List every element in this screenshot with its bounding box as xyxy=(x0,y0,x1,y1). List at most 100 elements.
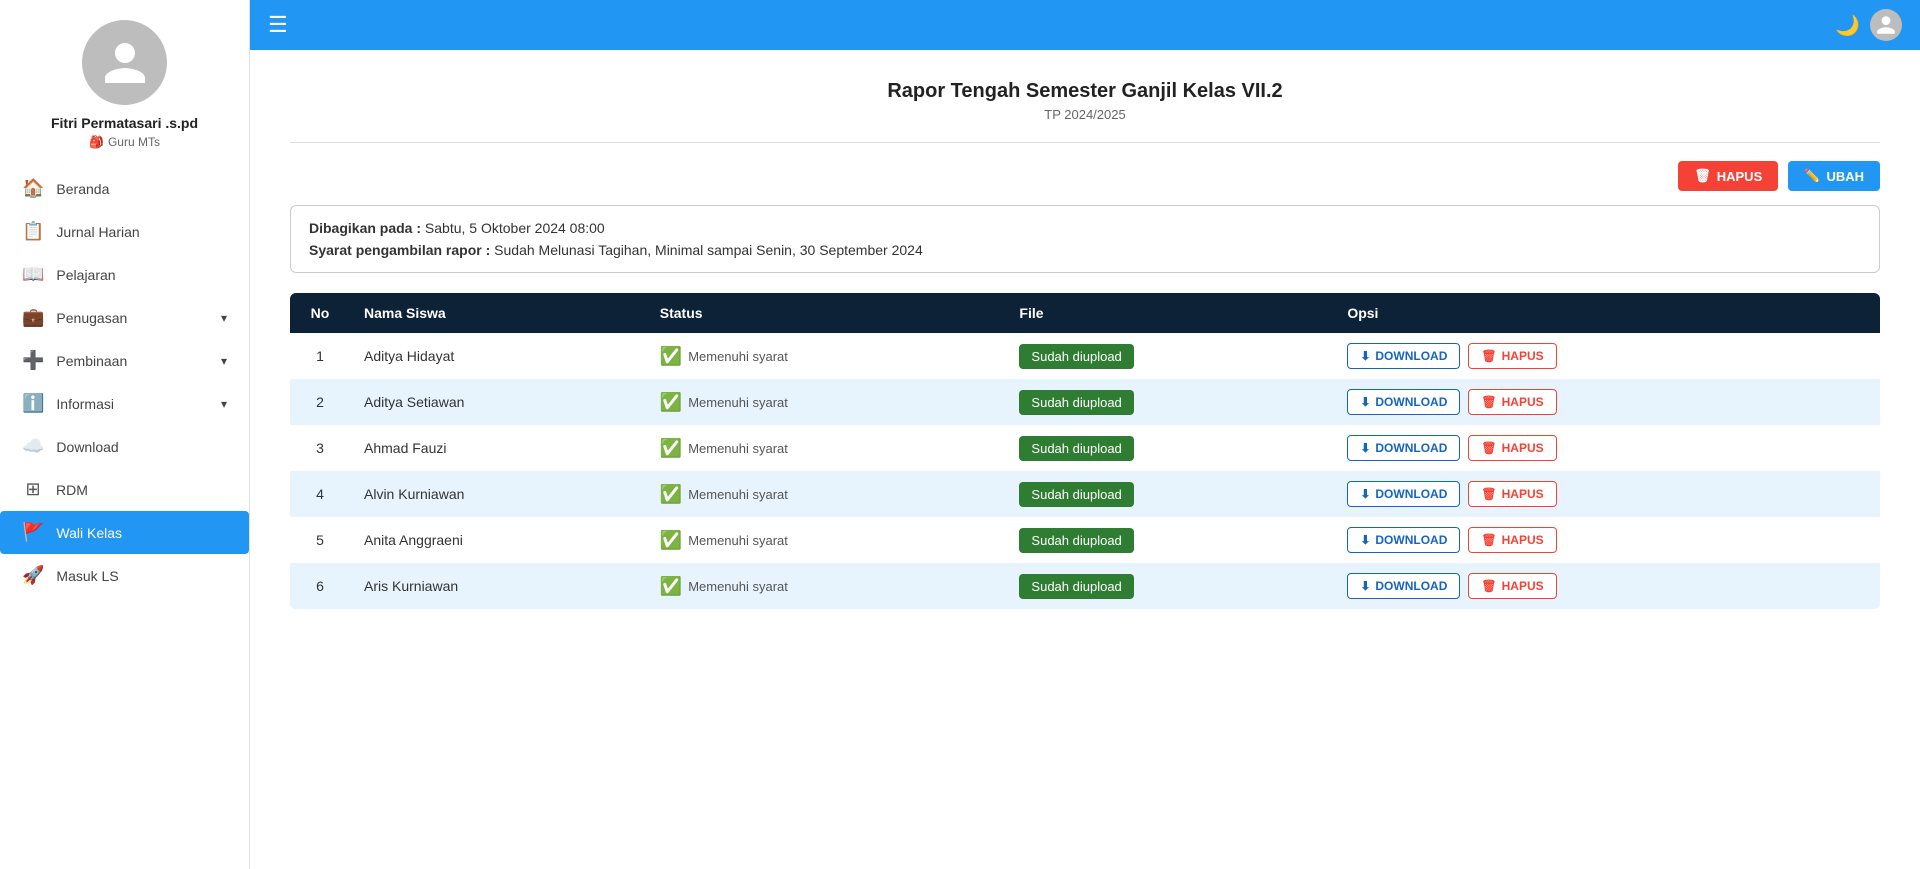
sidebar-item-masuk-ls[interactable]: 🚀 Masuk LS xyxy=(0,554,249,597)
main-area: ☰ 🌙 Rapor Tengah Semester Ganjil Kelas V… xyxy=(250,0,1920,869)
sidebar-item-penugasan[interactable]: 💼 Penugasan ▾ xyxy=(0,296,249,339)
sidebar-item-beranda[interactable]: 🏠 Beranda xyxy=(0,167,249,210)
sidebar-item-rdm[interactable]: ⊞ RDM xyxy=(0,468,249,511)
nav-menu: 🏠 Beranda 📋 Jurnal Harian 📖 Pelajaran 💼 … xyxy=(0,167,249,597)
download-row-button[interactable]: ⬇ DOWNLOAD xyxy=(1347,435,1460,461)
sidebar-item-wali-kelas[interactable]: 🚩 Wali Kelas xyxy=(0,511,249,554)
col-opsi: Opsi xyxy=(1333,293,1880,333)
topbar-avatar-icon xyxy=(1875,14,1897,36)
download-row-icon: ⬇ xyxy=(1360,395,1370,409)
upload-badge: Sudah diupload xyxy=(1019,574,1133,599)
hapus-row-button[interactable]: 🗑 HAPUS xyxy=(1468,435,1556,461)
table-row: 4 Alvin Kurniawan ✅ Memenuhi syarat Suda… xyxy=(290,471,1880,517)
rocket-icon: 🚀 xyxy=(22,565,44,586)
table-row: 1 Aditya Hidayat ✅ Memenuhi syarat Sudah… xyxy=(290,333,1880,379)
hapus-row-button[interactable]: 🗑 HAPUS xyxy=(1468,573,1556,599)
status-text: Memenuhi syarat xyxy=(688,533,788,548)
user-name: Fitri Permatasari .s.pd xyxy=(51,115,198,131)
sidebar-item-informasi[interactable]: ℹ️ Informasi ▾ xyxy=(0,382,249,425)
col-status: Status xyxy=(646,293,1006,333)
cell-status: ✅ Memenuhi syarat xyxy=(646,517,1006,563)
cell-status: ✅ Memenuhi syarat xyxy=(646,379,1006,425)
cell-opsi: ⬇ DOWNLOAD 🗑 HAPUS xyxy=(1333,563,1880,609)
avatar xyxy=(82,20,167,105)
table-row: 6 Aris Kurniawan ✅ Memenuhi syarat Sudah… xyxy=(290,563,1880,609)
download-row-icon: ⬇ xyxy=(1360,579,1370,593)
cell-status: ✅ Memenuhi syarat xyxy=(646,471,1006,517)
cell-no: 2 xyxy=(290,379,350,425)
hapus-row-button[interactable]: 🗑 HAPUS xyxy=(1468,527,1556,553)
hapus-row-button[interactable]: 🗑 HAPUS xyxy=(1468,389,1556,415)
briefcase-icon: 🎒 xyxy=(89,135,104,149)
download-row-button[interactable]: ⬇ DOWNLOAD xyxy=(1347,573,1460,599)
chevron-down-icon: ▾ xyxy=(221,311,227,325)
download-row-icon: ⬇ xyxy=(1360,441,1370,455)
cell-opsi: ⬇ DOWNLOAD 🗑 HAPUS xyxy=(1333,379,1880,425)
hapus-row-button[interactable]: 🗑 HAPUS xyxy=(1468,481,1556,507)
cell-status: ✅ Memenuhi syarat xyxy=(646,425,1006,471)
cell-opsi: ⬇ DOWNLOAD 🗑 HAPUS xyxy=(1333,425,1880,471)
status-text: Memenuhi syarat xyxy=(688,487,788,502)
trash-row-icon: 🗑 xyxy=(1481,487,1496,501)
upload-badge: Sudah diupload xyxy=(1019,482,1133,507)
trash-icon: 🗑 xyxy=(1694,168,1711,184)
table-row: 5 Anita Anggraeni ✅ Memenuhi syarat Suda… xyxy=(290,517,1880,563)
pembinaan-icon: ➕ xyxy=(22,350,44,371)
cell-file: Sudah diupload xyxy=(1005,471,1333,517)
cell-no: 6 xyxy=(290,563,350,609)
col-file: File xyxy=(1005,293,1333,333)
cell-no: 1 xyxy=(290,333,350,379)
divider xyxy=(290,142,1880,143)
cell-nama: Aditya Setiawan xyxy=(350,379,646,425)
rdm-icon: ⊞ xyxy=(22,479,44,500)
upload-badge: Sudah diupload xyxy=(1019,344,1133,369)
table-row: 2 Aditya Setiawan ✅ Memenuhi syarat Suda… xyxy=(290,379,1880,425)
download-row-button[interactable]: ⬇ DOWNLOAD xyxy=(1347,481,1460,507)
page-title: Rapor Tengah Semester Ganjil Kelas VII.2 xyxy=(290,80,1880,103)
hapus-row-button[interactable]: 🗑 HAPUS xyxy=(1468,343,1556,369)
hamburger-menu[interactable]: ☰ xyxy=(268,12,288,38)
sidebar-item-download[interactable]: ☁️ Download xyxy=(0,425,249,468)
user-role: 🎒 Guru MTs xyxy=(89,135,160,149)
table-body: 1 Aditya Hidayat ✅ Memenuhi syarat Sudah… xyxy=(290,333,1880,609)
dibagikan-info: Dibagikan pada : Sabtu, 5 Oktober 2024 0… xyxy=(309,220,1861,236)
download-icon: ☁️ xyxy=(22,436,44,457)
sidebar-item-jurnal-harian[interactable]: 📋 Jurnal Harian xyxy=(0,210,249,253)
sidebar: Fitri Permatasari .s.pd 🎒 Guru MTs 🏠 Ber… xyxy=(0,0,250,869)
hapus-button[interactable]: 🗑 HAPUS xyxy=(1678,161,1778,191)
info-box: Dibagikan pada : Sabtu, 5 Oktober 2024 0… xyxy=(290,205,1880,273)
download-row-button[interactable]: ⬇ DOWNLOAD xyxy=(1347,389,1460,415)
status-text: Memenuhi syarat xyxy=(688,395,788,410)
download-row-icon: ⬇ xyxy=(1360,533,1370,547)
download-row-icon: ⬇ xyxy=(1360,487,1370,501)
check-icon: ✅ xyxy=(660,346,682,367)
download-row-button[interactable]: ⬇ DOWNLOAD xyxy=(1347,527,1460,553)
cell-nama: Aris Kurniawan xyxy=(350,563,646,609)
penugasan-icon: 💼 xyxy=(22,307,44,328)
check-icon: ✅ xyxy=(660,392,682,413)
ubah-button[interactable]: ✏️ UBAH xyxy=(1788,161,1880,191)
table-row: 3 Ahmad Fauzi ✅ Memenuhi syarat Sudah di… xyxy=(290,425,1880,471)
col-nama: Nama Siswa xyxy=(350,293,646,333)
dark-mode-icon[interactable]: 🌙 xyxy=(1835,13,1860,38)
flag-icon: 🚩 xyxy=(22,522,44,543)
status-text: Memenuhi syarat xyxy=(688,579,788,594)
trash-row-icon: 🗑 xyxy=(1481,441,1496,455)
check-icon: ✅ xyxy=(660,484,682,505)
check-icon: ✅ xyxy=(660,530,682,551)
upload-badge: Sudah diupload xyxy=(1019,528,1133,553)
cell-file: Sudah diupload xyxy=(1005,379,1333,425)
cell-file: Sudah diupload xyxy=(1005,333,1333,379)
trash-row-icon: 🗑 xyxy=(1481,533,1496,547)
content-area: Rapor Tengah Semester Ganjil Kelas VII.2… xyxy=(250,50,1920,869)
cell-status: ✅ Memenuhi syarat xyxy=(646,333,1006,379)
download-row-button[interactable]: ⬇ DOWNLOAD xyxy=(1347,343,1460,369)
trash-row-icon: 🗑 xyxy=(1481,579,1496,593)
cell-nama: Alvin Kurniawan xyxy=(350,471,646,517)
topbar-user-avatar[interactable] xyxy=(1870,9,1902,41)
cell-opsi: ⬇ DOWNLOAD 🗑 HAPUS xyxy=(1333,517,1880,563)
journal-icon: 📋 xyxy=(22,221,44,242)
sidebar-item-pelajaran[interactable]: 📖 Pelajaran xyxy=(0,253,249,296)
sidebar-item-pembinaan[interactable]: ➕ Pembinaan ▾ xyxy=(0,339,249,382)
trash-row-icon: 🗑 xyxy=(1481,395,1496,409)
